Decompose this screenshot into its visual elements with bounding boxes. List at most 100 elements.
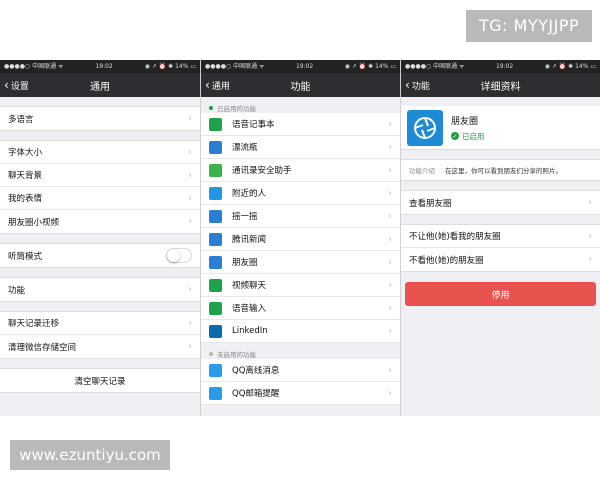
chevron-right-icon: ›	[188, 146, 192, 158]
feature-item[interactable]: 摇一摇 ›	[201, 205, 400, 228]
feature-label: LinkedIn	[232, 326, 268, 336]
feature-item[interactable]: 漂流瓶 ›	[201, 136, 400, 159]
feature-detail-screen: ●●●●○ 中国联通 ᯤ 19:02 ◉ ↗ ⏰ ✱ 14% ▭ ‹ 功能 详细…	[400, 60, 600, 416]
carrier-label: ●●●●○ 中国联通 ᯤ	[405, 63, 465, 70]
app-status-label: 已启用	[462, 131, 485, 141]
chat-background-label: 聊天背景	[8, 171, 43, 181]
feature-item[interactable]: QQ邮箱提醒 ›	[201, 382, 400, 405]
feature-item[interactable]: 语音输入 ›	[201, 297, 400, 320]
chevron-right-icon: ›	[388, 387, 392, 399]
app-status: ✓ 已启用	[451, 131, 485, 142]
clear-storage-item[interactable]: 清理微信存储空间 ›	[0, 335, 200, 358]
status-bar: ●●●●○ 中国联通 ᯤ 19:02 ◉ ↗ ⏰ ✱ 14% ▭	[201, 60, 400, 73]
disable-button[interactable]: 停用	[405, 282, 596, 306]
feature-item[interactable]: 腾讯新闻 ›	[201, 228, 400, 251]
chevron-right-icon: ›	[188, 317, 192, 329]
status-bar: ●●●●○ 中国联通 ᯤ 19:02 ◉ ↗ ⏰ ✱ 14% ▭	[401, 60, 600, 73]
chevron-right-icon: ›	[188, 192, 192, 204]
watermark-top: TG: MYYJJPP	[466, 10, 592, 42]
feature-label: 视频聊天	[232, 281, 267, 291]
earpiece-mode-label: 听筒模式	[8, 251, 43, 262]
my-stickers-item[interactable]: 我的表情 ›	[0, 187, 200, 210]
linkedin-icon	[209, 324, 222, 338]
enabled-features-list: 语音记事本 › 漂流瓶 › 通讯录安全助手 › 附近的人 › 摇一摇 › 腾讯新闻 › 朋友圈 › 视频聊天…	[201, 113, 400, 343]
chevron-right-icon: ›	[388, 164, 392, 176]
earpiece-mode-toggle[interactable]	[166, 248, 192, 263]
page-title: 功能	[290, 81, 311, 93]
feature-label: 语音输入	[232, 304, 267, 314]
back-button[interactable]: ‹ 功能	[405, 79, 430, 92]
chevron-left-icon: ‹	[4, 78, 9, 92]
features-item[interactable]: 功能 ›	[0, 278, 200, 301]
clock: 19:02	[495, 63, 514, 70]
dont-see-moments-label: 不看他(她)的朋友圈	[409, 255, 484, 266]
earpiece-mode-item: 听筒模式	[0, 244, 200, 267]
chevron-right-icon: ›	[588, 230, 592, 242]
watermark-bottom: www.ezuntiyu.com	[10, 440, 170, 470]
clear-chat-history-label: 清空聊天记录	[74, 376, 126, 387]
enabled-dot-icon	[209, 105, 213, 110]
chat-background-item[interactable]: 聊天背景 ›	[0, 164, 200, 187]
chevron-right-icon: ›	[388, 118, 392, 130]
chevron-right-icon: ›	[388, 256, 392, 268]
carrier-label: ●●●●○ 中国联通 ᯤ	[4, 63, 64, 70]
feature-item[interactable]: 附近的人 ›	[201, 182, 400, 205]
feature-intro: 功能介绍 在这里，你可以看到朋友们分享的照片。	[401, 159, 600, 181]
features-screen: ●●●●○ 中国联通 ᯤ 19:02 ◉ ↗ ⏰ ✱ 14% ▭ ‹ 通用 功能…	[200, 60, 400, 416]
chevron-right-icon: ›	[388, 233, 392, 245]
moments-video-label: 朋友圈小视频	[8, 217, 60, 228]
feature-item[interactable]: 朋友圈 ›	[201, 251, 400, 274]
back-button[interactable]: ‹ 设置	[4, 79, 29, 92]
feature-item[interactable]: 视频聊天 ›	[201, 274, 400, 297]
notebook-icon	[209, 117, 222, 131]
nav-bar: ‹ 设置 通用	[0, 73, 200, 97]
intro-value: 在这里，你可以看到朋友们分享的照片。	[445, 167, 562, 175]
feature-label: 朋友圈	[232, 258, 258, 268]
chevron-right-icon: ›	[588, 197, 592, 208]
chevron-right-icon: ›	[188, 284, 192, 295]
feature-label: QQ邮箱提醒	[232, 389, 280, 399]
moments-video-item[interactable]: 朋友圈小视频 ›	[0, 210, 200, 233]
chevron-right-icon: ›	[188, 113, 192, 124]
moments-logo-icon	[407, 109, 443, 146]
status-bar: ●●●●○ 中国联通 ᯤ 19:02 ◉ ↗ ⏰ ✱ 14% ▭	[0, 60, 200, 73]
chevron-right-icon: ›	[188, 216, 192, 227]
font-size-item[interactable]: 字体大小 ›	[0, 141, 200, 164]
view-moments-item[interactable]: 查看朋友圈 ›	[401, 191, 600, 214]
general-settings-screen: ●●●●○ 中国联通 ᯤ 19:02 ◉ ↗ ⏰ ✱ 14% ▭ ‹ 设置 通用…	[0, 60, 200, 416]
feature-label: QQ离线消息	[232, 366, 280, 376]
chevron-right-icon: ›	[388, 279, 392, 291]
status-icons: ◉ ↗ ⏰ ✱ 14% ▭	[344, 63, 396, 70]
page-title: 通用	[90, 81, 110, 93]
feature-item[interactable]: QQ离线消息 ›	[201, 359, 400, 382]
drift-bottle-icon	[209, 140, 222, 154]
disabled-section-label: 未启用的功能	[217, 350, 256, 359]
disabled-features-list: QQ离线消息 › QQ邮箱提醒 ›	[201, 359, 400, 405]
page-title: 详细资料	[480, 81, 521, 93]
chat-migrate-item[interactable]: 聊天记录迁移 ›	[0, 312, 200, 335]
app-header: 朋友圈 ✓ 已启用	[401, 106, 600, 150]
back-label: 设置	[10, 81, 29, 92]
qq-mail-icon	[209, 386, 222, 400]
font-size-label: 字体大小	[8, 148, 43, 158]
clear-chat-history-button[interactable]: 清空聊天记录	[0, 369, 200, 392]
hide-moments-from-item[interactable]: 不让他(她)看我的朋友圈 ›	[401, 225, 600, 248]
back-button[interactable]: ‹ 通用	[205, 79, 230, 92]
chevron-right-icon: ›	[588, 254, 592, 265]
nav-bar: ‹ 通用 功能	[201, 73, 400, 97]
status-icons: ◉ ↗ ⏰ ✱ 14% ▭	[544, 63, 596, 70]
dont-see-moments-item[interactable]: 不看他(她)的朋友圈 ›	[401, 248, 600, 271]
voice-input-icon	[209, 301, 222, 315]
feature-item[interactable]: LinkedIn ›	[201, 320, 400, 343]
chevron-right-icon: ›	[388, 187, 392, 199]
feature-item[interactable]: 语音记事本 ›	[201, 113, 400, 136]
feature-label: 语音记事本	[232, 120, 275, 130]
video-chat-icon	[209, 278, 222, 292]
feature-item[interactable]: 通讯录安全助手 ›	[201, 159, 400, 182]
chevron-right-icon: ›	[188, 341, 192, 352]
chevron-right-icon: ›	[188, 169, 192, 181]
intro-key: 功能介绍	[409, 167, 435, 175]
qq-icon	[209, 363, 222, 377]
feature-label: 漂流瓶	[232, 143, 258, 153]
language-item[interactable]: 多语言 ›	[0, 107, 200, 130]
